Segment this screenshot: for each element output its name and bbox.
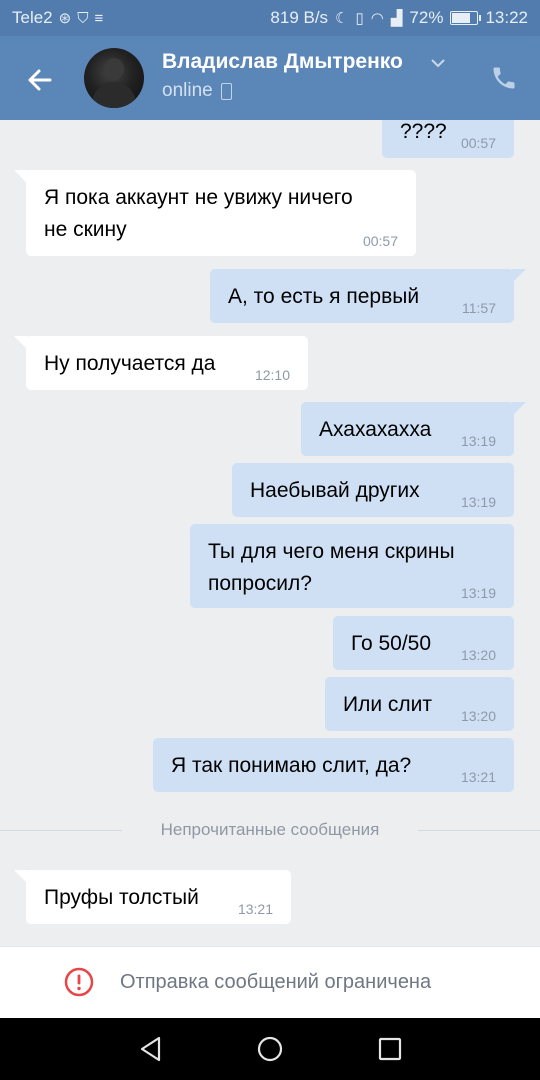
call-button[interactable]	[490, 64, 518, 92]
message-bubble-outgoing[interactable]: Ты для чего меня скрины попросил? 13:19	[190, 524, 514, 608]
data-roaming-icon: ⊛	[58, 9, 72, 27]
nav-recents-button[interactable]	[375, 1034, 405, 1064]
message-text: Ахахахахха	[319, 418, 432, 441]
phone-icon	[493, 67, 515, 89]
message-text: Я пока аккаунт не увижу ничего не скину	[44, 186, 353, 241]
circle-home-icon	[257, 1036, 283, 1062]
message-bubble-outgoing[interactable]: Или слит 13:20	[325, 677, 514, 731]
message-time: 13:20	[460, 647, 496, 663]
messaging-restricted-bar: Отправка сообщений ограничена	[0, 946, 540, 1019]
contact-name[interactable]: Владислав Дмытренко	[162, 50, 403, 74]
message-bubble-outgoing[interactable]: Наебывай других 13:19	[232, 463, 514, 517]
nav-home-button[interactable]	[255, 1034, 285, 1064]
message-bubble-outgoing[interactable]: Ахахахахха 13:19	[301, 402, 526, 456]
moon-icon: ☾	[335, 9, 349, 27]
message-text: Ты для чего меня скрины попросил?	[208, 540, 455, 595]
chat-header: Владислав Дмытренко online	[0, 36, 540, 120]
message-text: Го 50/50	[351, 632, 432, 655]
message-time: 12:10	[254, 367, 290, 383]
chevron-down-icon[interactable]	[430, 56, 446, 74]
square-recents-icon	[378, 1037, 402, 1061]
signal-icon: ▟	[390, 9, 403, 27]
message-text: А, то есть я первый	[228, 285, 420, 308]
message-time: 13:19	[460, 433, 496, 449]
message-bubble-incoming[interactable]: Ну получается да 12:10	[14, 336, 308, 390]
notification-icon: ≡	[94, 9, 104, 27]
status-bar: Tele2 ⊛ ⛉ ≡ 819 B/s ☾ ▯ ◠ ▟ 72% 13:22	[0, 0, 540, 36]
message-time: 00:57	[362, 233, 398, 249]
message-text: Пруфы толстый	[44, 886, 199, 909]
vibrate-icon: ▯	[355, 9, 364, 27]
message-text: ????	[400, 120, 447, 143]
back-button[interactable]	[20, 60, 60, 100]
message-text: Я так понимаю слит, да?	[171, 754, 412, 777]
message-text: Или слит	[343, 693, 433, 716]
carrier-label: Tele2	[12, 8, 53, 27]
mobile-icon	[220, 82, 232, 100]
message-bubble-outgoing[interactable]: Я так понимаю слит, да? 13:21	[153, 738, 514, 792]
avatar[interactable]	[84, 48, 144, 108]
arrow-left-icon	[28, 69, 52, 91]
message-bubble-incoming[interactable]: Я пока аккаунт не увижу ничего не скину 0…	[14, 170, 416, 256]
clock: 13:22	[485, 8, 528, 27]
warning-icon	[64, 967, 94, 997]
message-bubble-incoming[interactable]: Пруфы толстый 13:21	[14, 870, 291, 924]
message-bubble-outgoing[interactable]: А, то есть я первый 11:57	[210, 269, 526, 323]
message-time: 11:57	[462, 300, 496, 316]
message-time: 00:57	[460, 135, 496, 151]
triangle-back-icon	[140, 1036, 161, 1062]
restricted-message: Отправка сообщений ограничена	[120, 971, 432, 993]
message-text: Наебывай других	[250, 479, 420, 502]
online-label: online	[162, 80, 213, 101]
message-bubble-outgoing[interactable]: Го 50/50 13:20	[333, 616, 514, 670]
message-bubble-outgoing[interactable]: ???? 00:57	[382, 120, 514, 158]
unread-divider: Непрочитанные сообщения	[0, 820, 540, 840]
message-time: 13:21	[237, 901, 273, 917]
network-speed: 819 B/s	[270, 8, 329, 27]
contact-status: online	[162, 80, 232, 102]
message-time: 13:20	[460, 708, 496, 724]
message-time: 13:21	[460, 769, 496, 785]
message-time: 13:19	[460, 585, 496, 601]
wifi-icon: ◠	[370, 9, 384, 27]
system-nav-bar	[0, 1018, 540, 1080]
message-list[interactable]: ???? 00:57 Я пока аккаунт не увижу ничег…	[0, 120, 540, 946]
battery-icon	[450, 11, 482, 25]
nav-back-button[interactable]	[136, 1034, 166, 1064]
message-text: Ну получается да	[44, 352, 216, 375]
battery-percent: 72%	[409, 8, 444, 27]
shield-icon: ⛉	[77, 9, 89, 27]
message-time: 13:19	[460, 494, 496, 510]
